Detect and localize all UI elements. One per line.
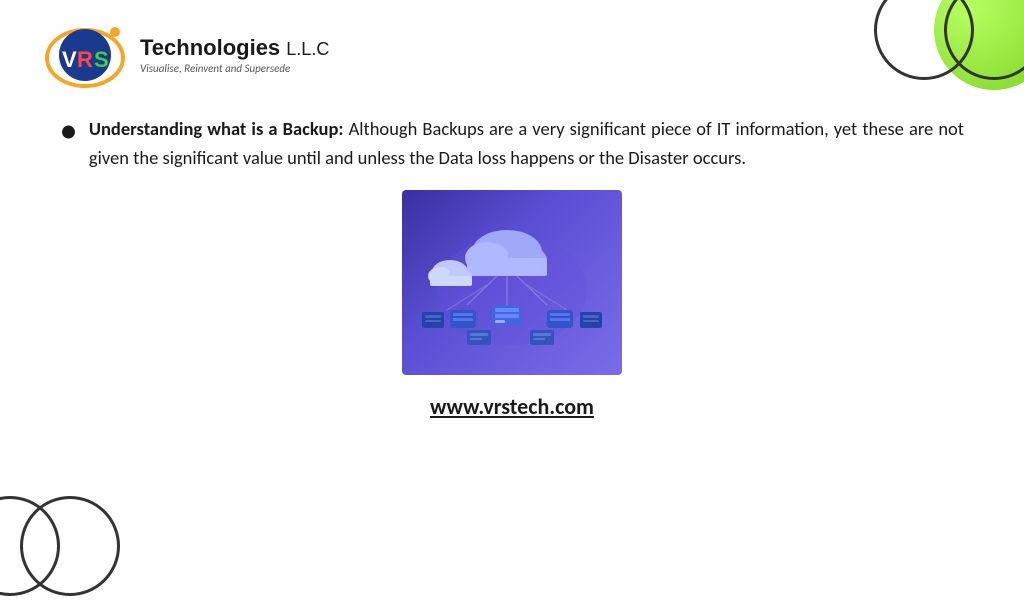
circle-outline-2 <box>944 0 1024 80</box>
svg-text:S: S <box>94 47 109 72</box>
logo-text: Technologies L.L.C Visualise, Reinvent a… <box>140 35 329 74</box>
website-anchor[interactable]: www.vrstech.com <box>430 393 594 420</box>
green-circle <box>934 0 1024 90</box>
bullet-item: ● Understanding what is a Backup: Althou… <box>60 115 964 172</box>
website-link[interactable]: www.vrstech.com <box>430 393 594 420</box>
main-content: ● Understanding what is a Backup: Althou… <box>60 115 964 516</box>
header: V R S Technologies L.L.C Visualise, Rein… <box>40 20 329 90</box>
circle-outline-1 <box>874 0 974 80</box>
image-and-link-section: www.vrstech.com <box>60 182 964 420</box>
circle-outline-bl-2 <box>0 496 60 596</box>
company-tagline: Visualise, Reinvent and Supersede <box>140 62 329 75</box>
svg-text:V: V <box>62 47 77 72</box>
backup-image-inner <box>402 190 622 375</box>
bullet-dot: ● <box>60 117 77 145</box>
backup-cloud-image <box>402 190 622 375</box>
company-name: Technologies L.L.C <box>140 35 329 61</box>
logo-icon: V R S <box>40 20 130 90</box>
svg-text:R: R <box>77 47 93 72</box>
bullet-bold: Understanding what is a Backup: <box>89 117 344 140</box>
bullet-text: Understanding what is a Backup: Although… <box>89 115 964 172</box>
